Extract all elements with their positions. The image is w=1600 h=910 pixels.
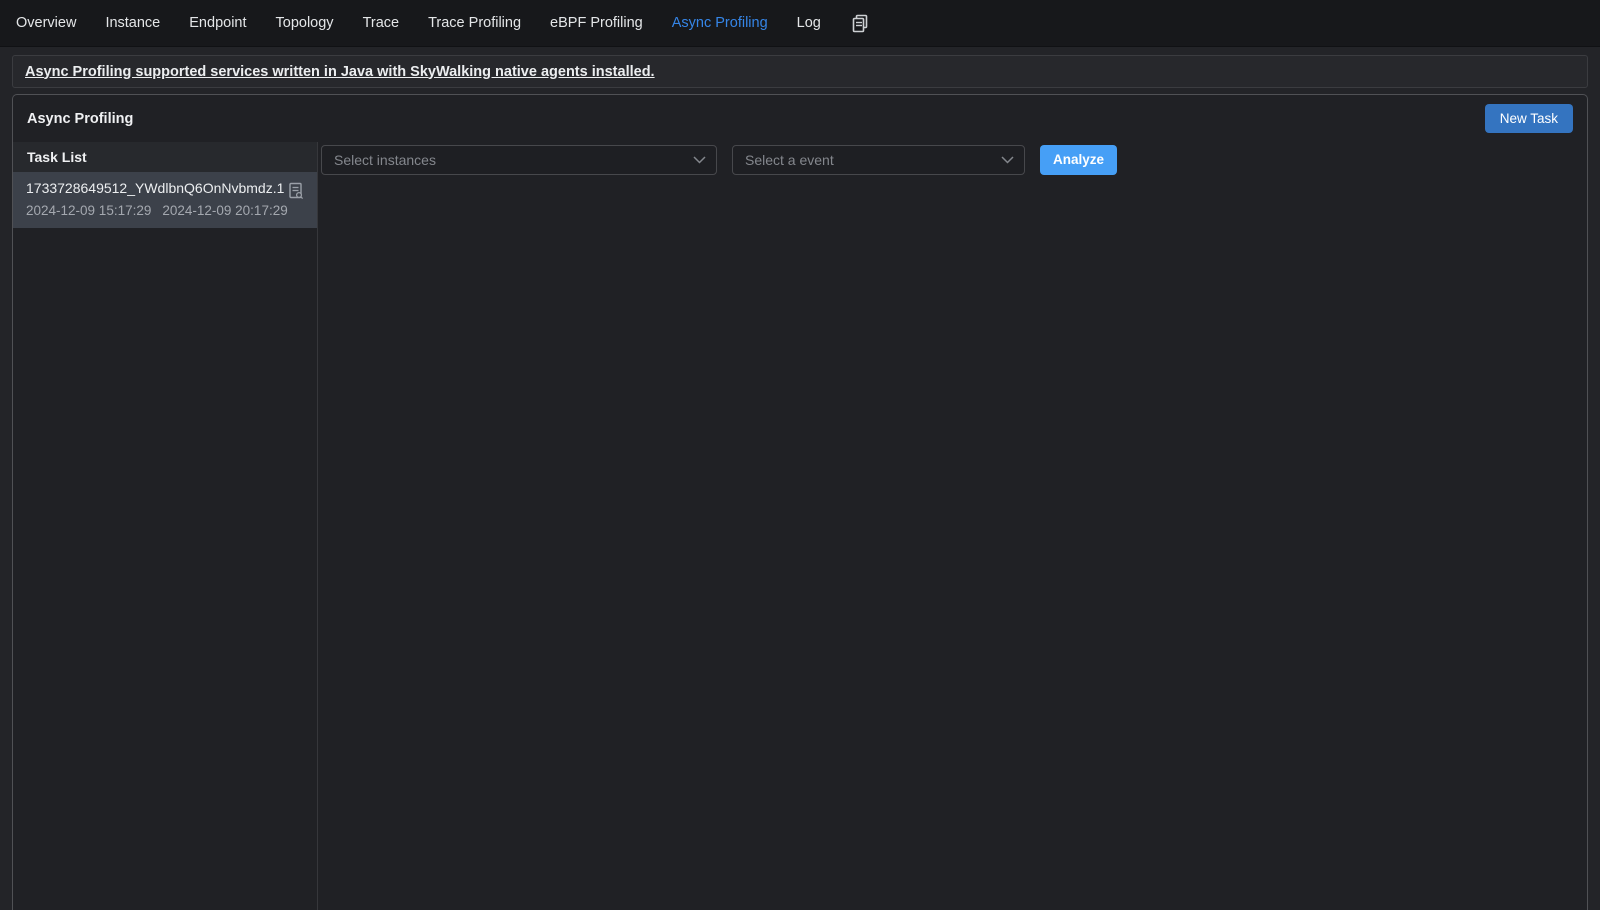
tab-trace[interactable]: Trace bbox=[363, 15, 400, 31]
panel-header: Async Profiling New Task bbox=[13, 95, 1587, 142]
tab-instance[interactable]: Instance bbox=[105, 15, 160, 31]
tab-async-profiling[interactable]: Async Profiling bbox=[672, 15, 768, 31]
panel-body: Task List 1733728649512_YWdlbnQ6OnNvbmdz… bbox=[13, 142, 1587, 910]
documents-icon[interactable] bbox=[852, 14, 869, 33]
tab-endpoint[interactable]: Endpoint bbox=[189, 15, 246, 31]
task-end-time: 2024-12-09 20:17:29 bbox=[162, 203, 287, 218]
task-name: 1733728649512_YWdlbnQ6OnNvbmdz.1 bbox=[26, 180, 304, 196]
document-search-icon[interactable] bbox=[288, 182, 304, 200]
tab-topology[interactable]: Topology bbox=[276, 15, 334, 31]
async-profiling-panel: Async Profiling New Task Task List 17337… bbox=[12, 94, 1588, 910]
tab-overview[interactable]: Overview bbox=[16, 15, 76, 31]
analyze-button[interactable]: Analyze bbox=[1040, 145, 1117, 175]
tab-log[interactable]: Log bbox=[797, 15, 821, 31]
instances-select[interactable]: Select instances bbox=[321, 145, 717, 175]
instances-select-placeholder: Select instances bbox=[334, 152, 436, 168]
event-select[interactable]: Select a event bbox=[732, 145, 1025, 175]
chevron-down-icon bbox=[693, 156, 706, 164]
task-list-item[interactable]: 1733728649512_YWdlbnQ6OnNvbmdz.1 2024-12… bbox=[13, 172, 317, 228]
event-select-placeholder: Select a event bbox=[745, 152, 834, 168]
task-list-header: Task List bbox=[13, 142, 317, 172]
supported-services-link[interactable]: Async Profiling supported services writt… bbox=[25, 64, 655, 80]
task-list-column: Task List 1733728649512_YWdlbnQ6OnNvbmdz… bbox=[13, 142, 318, 910]
toolbar: Select instances Select a event bbox=[318, 145, 1587, 175]
chevron-down-icon bbox=[1001, 156, 1014, 164]
top-navbar: Overview Instance Endpoint Topology Trac… bbox=[0, 0, 1600, 47]
content-area: Select instances Select a event bbox=[318, 142, 1587, 910]
task-dates: 2024-12-09 15:17:29 2024-12-09 20:17:29 bbox=[26, 203, 304, 218]
new-task-button[interactable]: New Task bbox=[1485, 104, 1573, 134]
info-banner: Async Profiling supported services writt… bbox=[12, 55, 1588, 88]
panel-title: Async Profiling bbox=[27, 111, 133, 127]
tab-ebpf-profiling[interactable]: eBPF Profiling bbox=[550, 15, 643, 31]
tab-trace-profiling[interactable]: Trace Profiling bbox=[428, 15, 521, 31]
task-start-time: 2024-12-09 15:17:29 bbox=[26, 203, 151, 218]
